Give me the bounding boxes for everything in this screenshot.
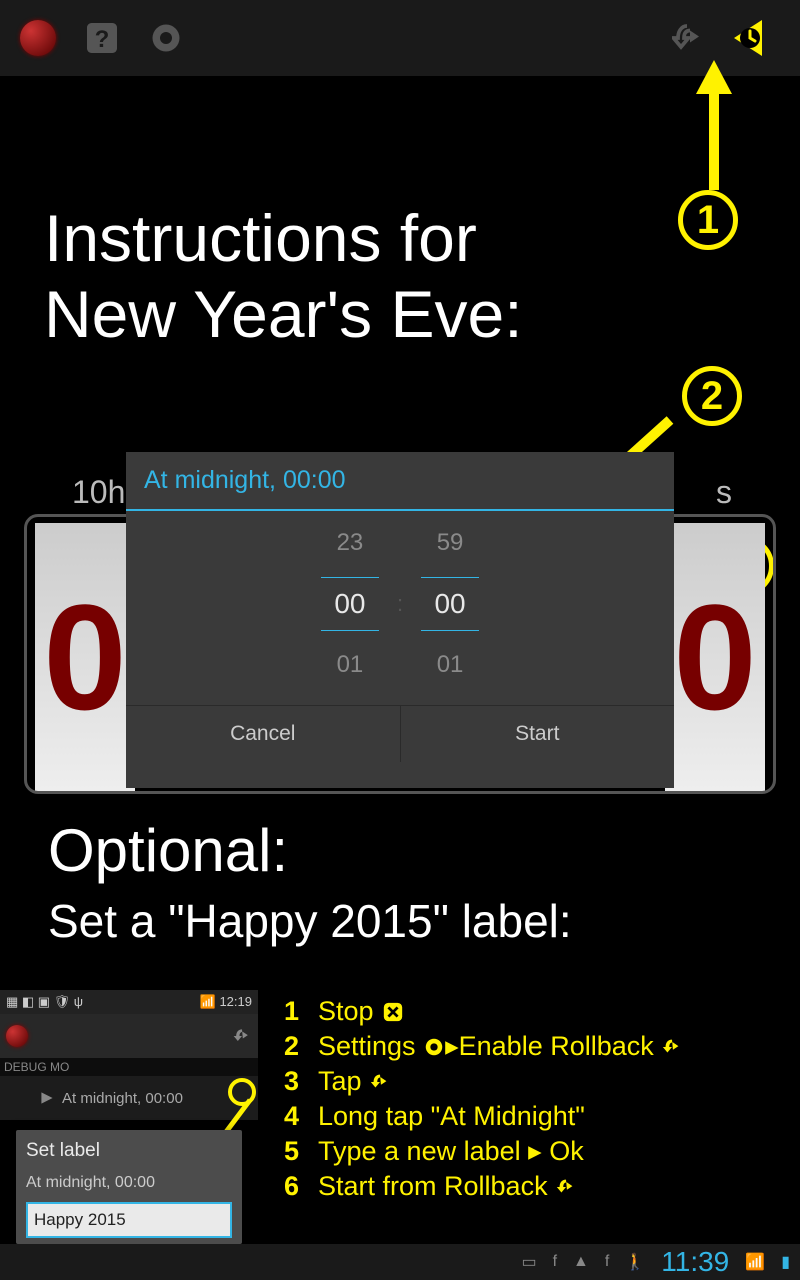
rollback-icon bbox=[661, 1036, 683, 1058]
step-3: 3Tap bbox=[284, 1064, 683, 1099]
system-bottom-bar: ▭ f ▲ f 🚶 11:39 📶 ▮ bbox=[0, 1244, 800, 1280]
mini-debug-label: DEBUG MO bbox=[0, 1058, 258, 1076]
arrow-to-1 bbox=[652, 60, 752, 200]
minute-below: 01 bbox=[437, 651, 464, 679]
step-6: 6Start from Rollback bbox=[284, 1169, 683, 1204]
stop-icon bbox=[381, 1001, 405, 1023]
instructions-title: Instructions for New Year's Eve: bbox=[44, 200, 523, 352]
rollback-icon bbox=[555, 1176, 577, 1198]
minute-above: 59 bbox=[437, 529, 464, 557]
system-clock: 11:39 bbox=[661, 1246, 729, 1278]
start-button[interactable]: Start bbox=[401, 706, 675, 762]
time-colon: : bbox=[397, 591, 403, 617]
clock-play-icon[interactable] bbox=[726, 10, 782, 66]
fb-icon: f bbox=[553, 1253, 557, 1271]
left-hours-label: 10h bbox=[72, 474, 125, 511]
play-icon bbox=[40, 1091, 54, 1105]
step-1: 1Stop bbox=[284, 994, 683, 1029]
step-4: 4Long tap "At Midnight" bbox=[284, 1099, 683, 1134]
fb-icon: f bbox=[605, 1253, 609, 1271]
battery-icon: ▮ bbox=[781, 1252, 790, 1272]
gear-icon bbox=[423, 1036, 445, 1058]
svg-text:?: ? bbox=[95, 26, 110, 53]
rollback-icon[interactable] bbox=[662, 10, 718, 66]
mini-alarm-label: At midnight, 00:00 bbox=[62, 1090, 183, 1107]
mini-app-bar bbox=[0, 1014, 258, 1058]
minute-current[interactable]: 00 bbox=[421, 577, 479, 631]
talk-icon: ▭ bbox=[521, 1252, 536, 1272]
mini-status-bar: ▦ ◧ ▣ 🛡 ψ 📶 12:19 bbox=[0, 990, 258, 1014]
help-icon[interactable]: ? bbox=[74, 10, 130, 66]
warning-icon: ▲ bbox=[573, 1253, 589, 1271]
hour-below: 01 bbox=[337, 651, 364, 679]
label-input[interactable] bbox=[26, 1202, 232, 1238]
steps-list: 1Stop 2Settings ▸Enable Rollback 3Tap 4L… bbox=[284, 994, 683, 1204]
set-label-subtitle: At midnight, 00:00 bbox=[26, 1174, 232, 1192]
wifi-icon: 📶 bbox=[745, 1252, 765, 1272]
step-2: 2Settings ▸Enable Rollback bbox=[284, 1029, 683, 1064]
set-label-title: Set label bbox=[26, 1140, 232, 1162]
set-label-dialog: Set label At midnight, 00:00 bbox=[16, 1130, 242, 1244]
app-logo[interactable] bbox=[10, 10, 66, 66]
rollback-icon bbox=[369, 1071, 391, 1093]
dialog-title: At midnight, 00:00 bbox=[126, 452, 674, 509]
settings-icon[interactable] bbox=[138, 10, 194, 66]
rollback-icon bbox=[232, 1026, 252, 1046]
optional-title: Optional: bbox=[48, 816, 288, 885]
right-seconds-label: s bbox=[716, 474, 732, 511]
optional-subtitle: Set a "Happy 2015" label: bbox=[48, 894, 572, 948]
hour-column[interactable]: 23 00 01 bbox=[321, 529, 379, 679]
step-5: 5Type a new label ▸ Ok bbox=[284, 1134, 683, 1169]
hour-current[interactable]: 00 bbox=[321, 577, 379, 631]
cancel-button[interactable]: Cancel bbox=[126, 706, 401, 762]
person-icon: 🚶 bbox=[625, 1252, 645, 1272]
time-picker-dialog: At midnight, 00:00 23 00 01 : 59 00 01 C… bbox=[126, 452, 674, 788]
minute-column[interactable]: 59 00 01 bbox=[421, 529, 479, 679]
hour-above: 23 bbox=[337, 529, 364, 557]
